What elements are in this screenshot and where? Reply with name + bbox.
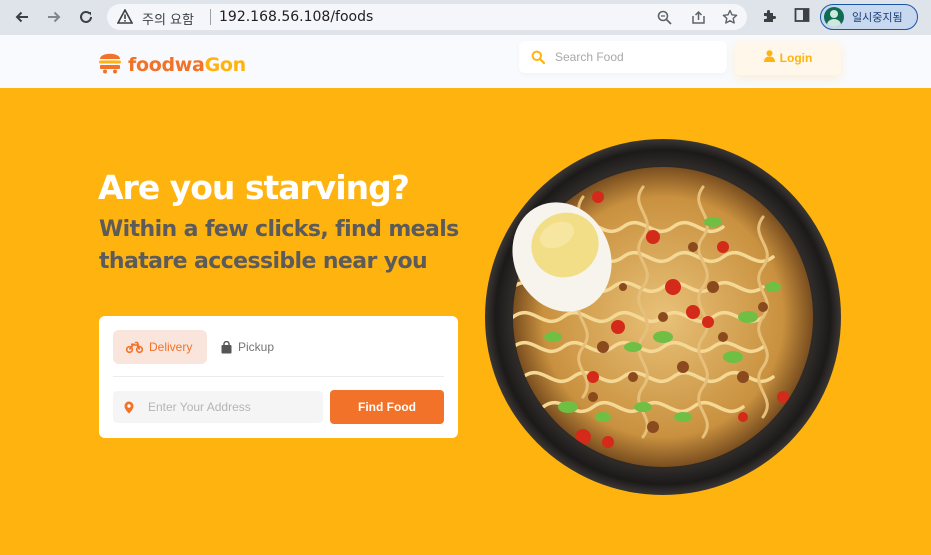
zoom-magnifier-icon[interactable] [655, 8, 673, 26]
forward-arrow-icon[interactable] [43, 6, 65, 28]
hero-title: Are you starving? [98, 168, 410, 207]
tab-pickup[interactable]: Pickup [219, 330, 299, 364]
hero-subtitle: Within a few clicks, find meals thatare … [99, 217, 459, 274]
browser-toolbar: 주의 요함 192.168.56.108/foods 일시중지됨 [0, 0, 931, 35]
user-icon [763, 49, 775, 67]
warning-triangle-icon[interactable] [116, 8, 134, 29]
search-food-input[interactable] [555, 50, 715, 64]
side-panel-icon[interactable] [794, 7, 810, 28]
logo-text-part2: Gon [204, 53, 247, 76]
url-text[interactable]: 192.168.56.108/foods [219, 9, 373, 25]
address-input[interactable] [148, 400, 318, 414]
motorbike-icon [126, 341, 143, 353]
search-food-box[interactable] [519, 41, 727, 73]
tab-pickup-label: Pickup [238, 340, 275, 354]
find-food-button[interactable]: Find Food [330, 390, 444, 424]
back-arrow-icon[interactable] [11, 6, 33, 28]
profile-status-label: 일시중지됨 [852, 11, 903, 24]
tab-delivery-label: Delivery [149, 340, 193, 354]
search-icon [531, 50, 545, 64]
url-separator [210, 9, 211, 25]
profile-button[interactable]: 일시중지됨 [820, 4, 918, 30]
card-divider [113, 376, 444, 377]
extensions-puzzle-icon[interactable] [761, 7, 779, 30]
shopping-bag-icon [221, 340, 232, 354]
share-icon[interactable] [689, 8, 707, 26]
tab-delivery[interactable]: Delivery [113, 330, 207, 364]
bookmark-star-icon[interactable] [721, 8, 739, 26]
logo-text-part1: foodwa [128, 53, 205, 76]
site-logo[interactable]: foodwaGon [98, 49, 246, 80]
login-label: Login [779, 51, 813, 65]
address-bar[interactable]: 주의 요함 192.168.56.108/foods [107, 4, 747, 30]
profile-avatar-icon [824, 7, 844, 27]
login-button[interactable]: Login [735, 41, 841, 75]
site-header: foodwaGon Login [0, 35, 931, 88]
logo-text: foodwaGon [128, 54, 246, 76]
ramen-bowl-image [483, 137, 842, 496]
burger-logo-icon [98, 49, 122, 80]
order-card: Delivery Pickup Find Food [99, 316, 458, 438]
security-status-label[interactable]: 주의 요함 [142, 9, 194, 28]
address-field[interactable] [113, 391, 323, 423]
reload-icon[interactable] [75, 6, 97, 28]
location-pin-icon [124, 401, 134, 414]
